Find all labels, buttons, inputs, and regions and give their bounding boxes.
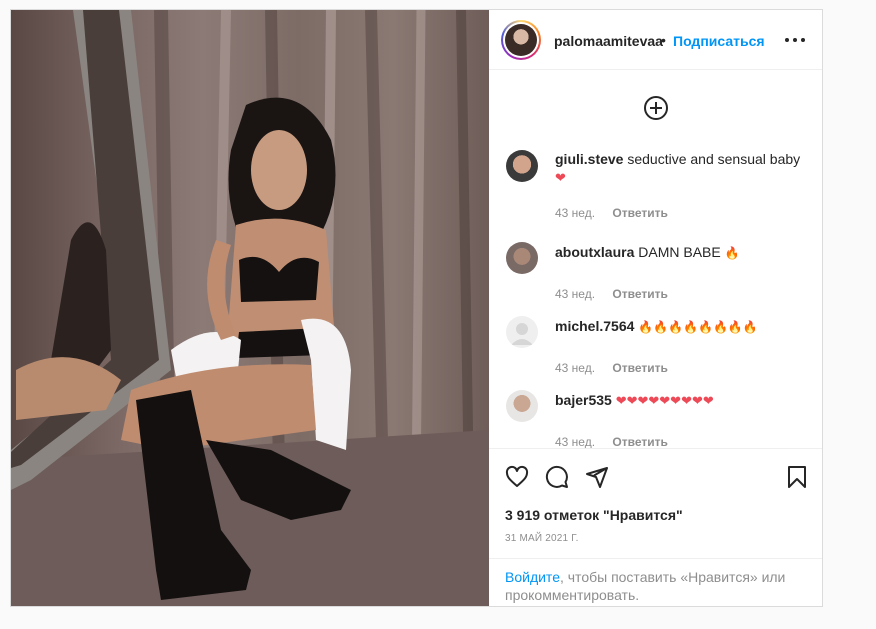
fire-emoji: 🔥 — [724, 246, 740, 260]
commenter-avatar[interactable] — [506, 150, 538, 182]
comment-text: aboutxlaura DAMN BABE 🔥 — [555, 243, 805, 262]
post-card: palomaamitevaa • Подписаться giuli.steve… — [10, 9, 823, 607]
default-avatar-icon[interactable] — [506, 316, 538, 348]
comment-time[interactable]: 43 нед. — [555, 435, 595, 449]
login-prompt: Войдите, чтобы поставить «Нравится» или … — [489, 558, 822, 604]
bookmark-icon[interactable] — [785, 465, 809, 489]
post-date[interactable]: 31 МАЙ 2021 Г. — [505, 533, 579, 544]
photo-illustration — [11, 10, 489, 606]
post-photo[interactable] — [11, 10, 489, 606]
comment-icon[interactable] — [545, 465, 569, 489]
reply-button[interactable]: Ответить — [612, 287, 667, 301]
post-header: palomaamitevaa • Подписаться — [489, 10, 822, 70]
commenter-avatar[interactable] — [506, 390, 538, 422]
comment-text: michel.7564 🔥🔥🔥🔥🔥🔥🔥🔥 — [555, 317, 805, 336]
comment-username[interactable]: michel.7564 — [555, 318, 634, 334]
plus-circle-icon[interactable] — [643, 95, 669, 121]
comment-username[interactable]: bajer535 — [555, 392, 612, 408]
reply-button[interactable]: Ответить — [612, 361, 667, 375]
author-avatar[interactable] — [501, 20, 541, 60]
comment-username[interactable]: giuli.steve — [555, 151, 623, 167]
heart-icon[interactable] — [505, 465, 529, 489]
likes-count[interactable]: 3 919 отметок "Нравится" — [505, 507, 683, 523]
comment-meta: 43 нед. Ответить — [555, 206, 668, 220]
comment-body: DAMN BABE — [638, 244, 721, 260]
comment-meta: 43 нед. Ответить — [555, 287, 668, 301]
reply-button[interactable]: Ответить — [612, 206, 667, 220]
heart-emoji: ❤❤❤❤❤❤❤❤❤ — [615, 393, 714, 408]
separator-dot: • — [661, 32, 666, 48]
commenter-avatar[interactable] — [506, 242, 538, 274]
comment-time[interactable]: 43 нед. — [555, 287, 595, 301]
comment-text: giuli.steve seductive and sensual baby ❤ — [555, 150, 805, 187]
reply-button[interactable]: Ответить — [612, 435, 667, 449]
author-username[interactable]: palomaamitevaa — [554, 33, 663, 49]
comment-time[interactable]: 43 нед. — [555, 361, 595, 375]
comment-username[interactable]: aboutxlaura — [555, 244, 634, 260]
fire-emoji: 🔥🔥🔥🔥🔥🔥🔥🔥 — [638, 320, 758, 334]
more-icon[interactable] — [785, 30, 805, 50]
comment-body: seductive and sensual baby — [627, 151, 801, 167]
comment-text: bajer535 ❤❤❤❤❤❤❤❤❤ — [555, 391, 805, 410]
login-link[interactable]: Войдите — [505, 569, 560, 585]
post-sidebar: palomaamitevaa • Подписаться giuli.steve… — [489, 10, 822, 606]
post-actions: 3 919 отметок "Нравится" 31 МАЙ 2021 Г. — [489, 448, 822, 558]
heart-emoji: ❤ — [555, 170, 566, 185]
comment-meta: 43 нед. Ответить — [555, 361, 668, 375]
follow-button[interactable]: Подписаться — [673, 33, 765, 49]
share-icon[interactable] — [585, 465, 609, 489]
comment-meta: 43 нед. Ответить — [555, 435, 668, 449]
comment-time[interactable]: 43 нед. — [555, 206, 595, 220]
